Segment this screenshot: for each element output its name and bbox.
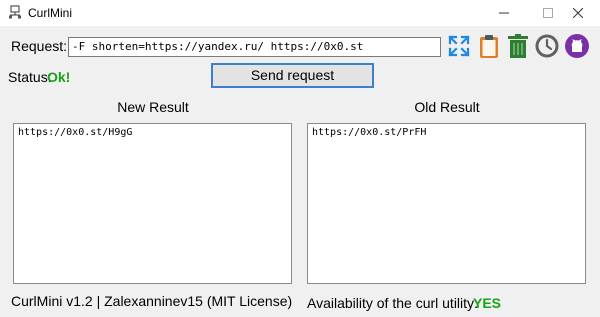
old-result-title: Old Result: [414, 99, 480, 115]
curl-availability-label: Availability of the curl utility:: [307, 295, 478, 311]
minimize-button[interactable]: [482, 0, 526, 26]
title-bar: CurlMini: [0, 0, 600, 26]
trash-icon[interactable]: [505, 33, 531, 59]
request-label: Request:: [11, 38, 68, 54]
clipboard-icon[interactable]: [476, 33, 502, 59]
window-title: CurlMini: [28, 6, 73, 20]
old-result-textbox[interactable]: https://0x0.st/PrFH: [307, 123, 586, 284]
status-value: Ok!: [47, 69, 71, 85]
status-label: Status:: [8, 69, 52, 85]
new-result-title: New Result: [117, 99, 189, 115]
network-icon: [9, 5, 21, 19]
close-button[interactable]: [556, 0, 600, 26]
version-license-text: CurlMini v1.2 | Zalexanninev15 (MIT Lice…: [11, 293, 293, 309]
github-icon[interactable]: [564, 33, 590, 59]
minimize-icon: [499, 12, 509, 14]
request-input[interactable]: -F shorten=https://yandex.ru/ https://0x…: [68, 37, 441, 57]
expand-icon[interactable]: [446, 33, 472, 59]
clock-icon[interactable]: [534, 33, 560, 59]
curl-availability-value: YES: [473, 295, 502, 311]
new-result-textbox[interactable]: https://0x0.st/H9gG: [13, 123, 292, 284]
send-request-button[interactable]: Send request: [211, 63, 374, 88]
close-icon: [573, 8, 583, 18]
maximize-icon: [543, 8, 553, 18]
